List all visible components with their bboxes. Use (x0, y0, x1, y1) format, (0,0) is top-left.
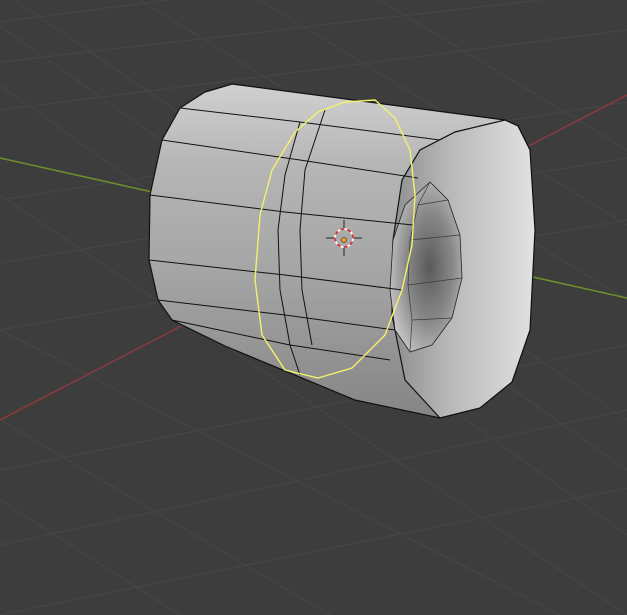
viewport-scene[interactable] (0, 0, 627, 615)
cylinder-mesh[interactable] (148, 83, 536, 419)
3d-viewport[interactable] (0, 0, 627, 615)
object-origin-dot (341, 237, 347, 243)
